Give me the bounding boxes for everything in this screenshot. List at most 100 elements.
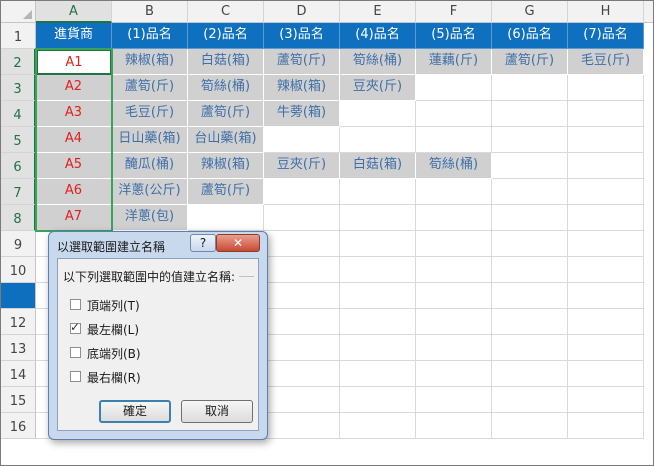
empty-cell[interactable] xyxy=(340,101,416,127)
row-header-2[interactable]: 2 xyxy=(1,49,36,75)
select-all-corner[interactable] xyxy=(1,1,36,23)
empty-cell[interactable] xyxy=(492,101,568,127)
empty-cell[interactable] xyxy=(264,413,340,439)
empty-cell[interactable] xyxy=(492,387,568,413)
column-header-c[interactable]: C xyxy=(188,1,264,23)
empty-cell[interactable] xyxy=(568,361,644,387)
header-cell[interactable]: (4)品名 xyxy=(340,23,416,49)
empty-cell[interactable] xyxy=(416,361,492,387)
empty-cell[interactable] xyxy=(416,257,492,283)
empty-cell[interactable] xyxy=(416,387,492,413)
vendor-cell[interactable]: A6 xyxy=(36,179,112,205)
empty-cell[interactable] xyxy=(340,283,416,309)
empty-cell[interactable] xyxy=(568,413,644,439)
item-cell[interactable]: 豆夾(斤) xyxy=(340,75,416,101)
vendor-cell[interactable]: A5 xyxy=(36,153,112,179)
empty-cell[interactable] xyxy=(492,335,568,361)
empty-cell[interactable] xyxy=(568,231,644,257)
header-cell[interactable]: (5)品名 xyxy=(416,23,492,49)
empty-cell[interactable] xyxy=(264,231,340,257)
ok-button[interactable]: 確定 xyxy=(99,400,171,423)
empty-cell[interactable] xyxy=(340,257,416,283)
row-header-14[interactable]: 14 xyxy=(1,361,36,387)
item-cell[interactable]: 台山藥(箱) xyxy=(188,127,264,153)
empty-cell[interactable] xyxy=(264,179,340,205)
empty-cell[interactable] xyxy=(264,205,340,231)
item-cell[interactable]: 辣椒(箱) xyxy=(264,75,340,101)
empty-cell[interactable] xyxy=(492,153,568,179)
item-cell[interactable]: 筍絲(桶) xyxy=(340,49,416,75)
empty-cell[interactable] xyxy=(416,75,492,101)
empty-cell[interactable] xyxy=(492,309,568,335)
empty-cell[interactable] xyxy=(340,387,416,413)
empty-cell[interactable] xyxy=(416,127,492,153)
item-cell[interactable]: 蘆筍(斤) xyxy=(188,101,264,127)
empty-cell[interactable] xyxy=(492,283,568,309)
empty-cell[interactable] xyxy=(340,309,416,335)
item-cell[interactable]: 辣椒(箱) xyxy=(112,49,188,75)
empty-cell[interactable] xyxy=(264,127,340,153)
row-header-16[interactable]: 16 xyxy=(1,413,36,439)
dialog-titlebar[interactable]: 以選取範圍建立名稱 ? ✕ xyxy=(49,232,267,258)
column-header-h[interactable]: H xyxy=(568,1,644,23)
empty-cell[interactable] xyxy=(568,283,644,309)
item-cell[interactable]: 蓮藕(斤) xyxy=(416,49,492,75)
empty-cell[interactable] xyxy=(264,387,340,413)
empty-cell[interactable] xyxy=(568,335,644,361)
empty-cell[interactable] xyxy=(340,205,416,231)
empty-cell[interactable] xyxy=(416,413,492,439)
empty-cell[interactable] xyxy=(568,205,644,231)
empty-cell[interactable] xyxy=(264,309,340,335)
header-cell[interactable]: (7)品名 xyxy=(568,23,644,49)
empty-cell[interactable] xyxy=(568,75,644,101)
empty-cell[interactable] xyxy=(492,75,568,101)
empty-cell[interactable] xyxy=(264,283,340,309)
item-cell[interactable]: 蘆筍(斤) xyxy=(264,49,340,75)
row-header-11[interactable]: 11 xyxy=(1,283,36,309)
item-cell[interactable]: 蘆筍(斤) xyxy=(492,49,568,75)
row-header-12[interactable]: 12 xyxy=(1,309,36,335)
row-header-10[interactable]: 10 xyxy=(1,257,36,283)
vendor-cell[interactable]: A2 xyxy=(36,75,112,101)
item-cell[interactable]: 白菇(箱) xyxy=(188,49,264,75)
empty-cell[interactable] xyxy=(340,361,416,387)
empty-cell[interactable] xyxy=(416,309,492,335)
empty-cell[interactable] xyxy=(568,153,644,179)
row-header-4[interactable]: 4 xyxy=(1,101,36,127)
checkbox-top-row[interactable] xyxy=(70,299,81,310)
empty-cell[interactable] xyxy=(264,361,340,387)
column-header-b[interactable]: B xyxy=(112,1,188,23)
row-header-13[interactable]: 13 xyxy=(1,335,36,361)
empty-cell[interactable] xyxy=(492,361,568,387)
empty-cell[interactable] xyxy=(492,179,568,205)
item-cell[interactable]: 蘆筍(斤) xyxy=(188,179,264,205)
row-header-1[interactable]: 1 xyxy=(1,23,36,49)
empty-cell[interactable] xyxy=(264,257,340,283)
vendor-cell[interactable]: A4 xyxy=(36,127,112,153)
item-cell[interactable]: 辣椒(箱) xyxy=(188,153,264,179)
empty-cell[interactable] xyxy=(416,179,492,205)
empty-cell[interactable] xyxy=(492,127,568,153)
row-header-6[interactable]: 6 xyxy=(1,153,36,179)
empty-cell[interactable] xyxy=(416,205,492,231)
empty-cell[interactable] xyxy=(568,101,644,127)
empty-cell[interactable] xyxy=(340,231,416,257)
row-header-9[interactable]: 9 xyxy=(1,231,36,257)
empty-cell[interactable] xyxy=(188,205,264,231)
help-button[interactable]: ? xyxy=(190,234,216,252)
empty-cell[interactable] xyxy=(340,179,416,205)
column-header-d[interactable]: D xyxy=(264,1,340,23)
empty-cell[interactable] xyxy=(492,257,568,283)
column-header-e[interactable]: E xyxy=(340,1,416,23)
empty-cell[interactable] xyxy=(416,231,492,257)
item-cell[interactable]: 筍絲(桶) xyxy=(188,75,264,101)
item-cell[interactable]: 牛蒡(箱) xyxy=(264,101,340,127)
header-cell[interactable]: (2)品名 xyxy=(188,23,264,49)
header-cell[interactable]: (3)品名 xyxy=(264,23,340,49)
cancel-button[interactable]: 取消 xyxy=(181,400,253,423)
item-cell[interactable]: 白菇(箱) xyxy=(340,153,416,179)
empty-cell[interactable] xyxy=(264,335,340,361)
header-cell[interactable]: (1)品名 xyxy=(112,23,188,49)
item-cell[interactable]: 毛豆(斤) xyxy=(568,49,644,75)
empty-cell[interactable] xyxy=(568,127,644,153)
